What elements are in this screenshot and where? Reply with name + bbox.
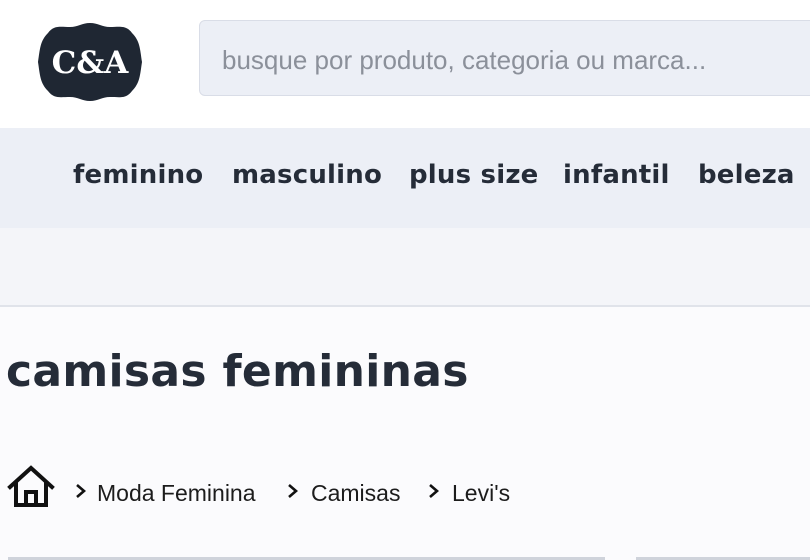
home-icon[interactable] <box>6 465 56 509</box>
main-nav: feminino masculino plus size infantil be… <box>0 128 810 228</box>
site-header: C&A busque por produto, categoria ou mar… <box>0 0 810 128</box>
page-title: camisas femininas <box>6 346 469 397</box>
nav-item-plus-size[interactable]: plus size <box>409 160 539 190</box>
nav-item-infantil[interactable]: infantil <box>563 160 670 190</box>
chevron-right-icon <box>76 484 86 498</box>
brand-logo[interactable]: C&A <box>36 21 144 103</box>
search-input[interactable]: busque por produto, categoria ou marca..… <box>199 20 810 96</box>
nav-item-beleza[interactable]: beleza <box>698 160 795 190</box>
breadcrumb-item-levis[interactable]: Levi's <box>452 480 510 507</box>
breadcrumb: Moda Feminina Camisas Levi's <box>6 465 806 513</box>
logo-text: C&A <box>52 45 130 81</box>
breadcrumb-item-moda-feminina[interactable]: Moda Feminina <box>97 480 256 507</box>
promo-strip <box>0 228 810 307</box>
chevron-right-icon <box>429 484 439 498</box>
search-placeholder: busque por produto, categoria ou marca..… <box>222 45 707 75</box>
breadcrumb-item-camisas[interactable]: Camisas <box>311 480 400 507</box>
nav-item-feminino[interactable]: feminino <box>73 160 203 190</box>
chevron-right-icon <box>288 484 298 498</box>
nav-item-masculino[interactable]: masculino <box>232 160 382 190</box>
